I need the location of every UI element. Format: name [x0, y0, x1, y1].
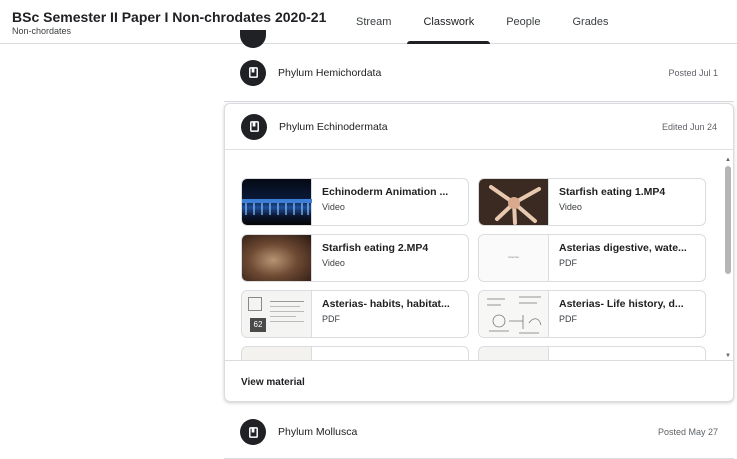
tab-bar: Stream Classwork People Grades: [340, 0, 625, 44]
pdf-page-number: 62: [250, 318, 266, 332]
material-card[interactable]: 62 Asterias- habits, habitat... PDF: [241, 290, 469, 338]
material-card-partial[interactable]: [241, 346, 469, 360]
material-title: Asterias digestive, wate...: [559, 242, 687, 254]
topic-card-echinodermata: Phylum Echinodermata Edited Jun 24 Echin…: [224, 103, 734, 402]
clipped-topic-icon: [240, 30, 266, 48]
pdf-thumbnail-caption: Asterias: [508, 255, 519, 259]
pdf-thumbnail: Asterias: [479, 235, 549, 281]
material-title: Echinoderm Animation ...: [322, 186, 449, 198]
material-card[interactable]: Echinoderm Animation ... Video: [241, 178, 469, 226]
topic-name: Phylum Echinodermata: [279, 120, 388, 133]
book-icon: [240, 59, 266, 86]
tab-stream[interactable]: Stream: [340, 0, 407, 44]
material-type: PDF: [559, 314, 577, 324]
tab-grades[interactable]: Grades: [556, 0, 624, 44]
pdf-thumbnail: [479, 291, 549, 337]
material-type: Video: [559, 202, 582, 212]
scrollbar[interactable]: ▲ ▼: [724, 156, 732, 360]
topic-date: Posted May 27: [657, 427, 718, 437]
tab-classwork[interactable]: Classwork: [407, 0, 490, 44]
tab-people[interactable]: People: [490, 0, 556, 44]
topic-date: Edited Jun 24: [661, 121, 717, 132]
topic-list: Phylum Hemichordata Posted Jul 1: [224, 30, 734, 102]
topic-name: Phylum Hemichordata: [278, 66, 382, 79]
topic-list-bottom: Phylum Mollusca Posted May 27: [224, 405, 734, 459]
material-card[interactable]: Starfish eating 1.MP4 Video: [478, 178, 706, 226]
material-card[interactable]: Asterias- Life history, d... PDF: [478, 290, 706, 338]
material-title: Starfish eating 1.MP4: [559, 186, 666, 198]
view-material-link[interactable]: View material: [225, 360, 733, 401]
material-type: PDF: [322, 314, 340, 324]
materials-grid: Echinoderm Animation ... Video Starfish …: [241, 178, 706, 360]
course-title[interactable]: BSc Semester II Paper I Non-chrodates 20…: [12, 9, 326, 25]
scroll-down-arrow-icon[interactable]: ▼: [724, 352, 732, 360]
book-icon: [241, 113, 267, 140]
video-thumbnail: [479, 179, 549, 225]
materials-scroll-area[interactable]: Echinoderm Animation ... Video Starfish …: [225, 150, 733, 360]
topic-row-hemichordata[interactable]: Phylum Hemichordata Posted Jul 1: [224, 30, 734, 102]
video-thumbnail: [242, 179, 312, 225]
book-icon: [240, 419, 266, 445]
pdf-thumbnail: 62: [242, 291, 312, 337]
material-title: Asterias- Life history, d...: [559, 298, 684, 310]
material-card[interactable]: Starfish eating 2.MP4 Video: [241, 234, 469, 282]
material-type: Video: [322, 202, 345, 212]
topic-row-echinodermata[interactable]: Phylum Echinodermata Edited Jun 24: [225, 104, 733, 150]
top-app-bar: BSc Semester II Paper I Non-chrodates 20…: [0, 0, 737, 44]
material-title: Starfish eating 2.MP4: [322, 242, 429, 254]
video-thumbnail: [242, 235, 312, 281]
topic-name: Phylum Mollusca: [278, 426, 358, 438]
pdf-thumbnail: [479, 347, 549, 360]
topic-row-mollusca[interactable]: Phylum Mollusca Posted May 27: [224, 405, 734, 459]
material-type: PDF: [559, 258, 577, 268]
material-card-partial[interactable]: [478, 346, 706, 360]
material-type: Video: [322, 258, 345, 268]
course-subtitle: Non-chordates: [12, 26, 72, 36]
scroll-up-arrow-icon[interactable]: ▲: [724, 156, 732, 164]
pdf-thumbnail: [242, 347, 312, 360]
material-title: Asterias- habits, habitat...: [322, 298, 450, 310]
topic-date: Posted Jul 1: [668, 67, 718, 78]
material-card[interactable]: Asterias Asterias digestive, wate... PDF: [478, 234, 706, 282]
scrollbar-thumb[interactable]: [725, 166, 731, 274]
